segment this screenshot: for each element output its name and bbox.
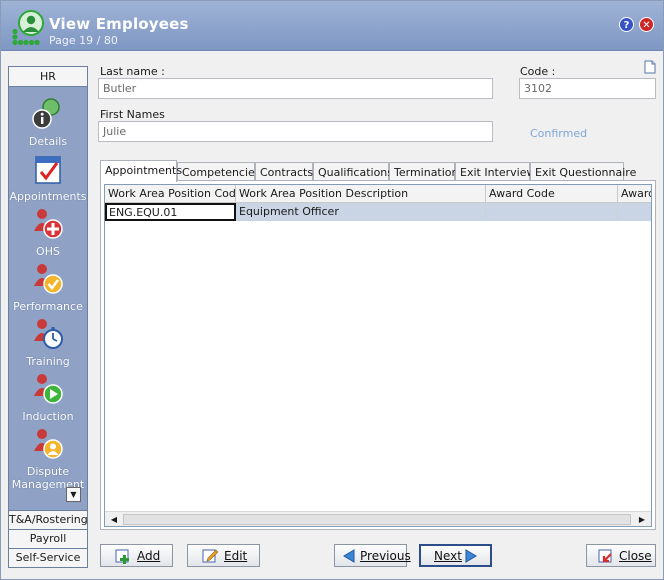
edit-icon [202,549,218,563]
edit-button[interactable]: Edit [187,544,260,567]
sidebar-scroll-down-button[interactable]: ▼ [66,487,81,502]
sidebar-item-label: Induction [22,410,74,423]
status-badge: Confirmed [530,127,588,140]
employees-app-icon [12,10,44,46]
tab-appointments[interactable]: Appointments [100,160,182,182]
scrollbar-thumb[interactable] [123,514,631,525]
person-info-icon [32,98,60,129]
tab-contracts[interactable]: Contracts [255,162,313,181]
person-stopwatch-icon [34,319,63,349]
arrow-left-icon [343,549,355,563]
cell-position-code[interactable]: ENG.EQU.01 [105,203,236,221]
sidebar-item-induction[interactable]: Induction [9,372,87,427]
column-header-award[interactable]: Award [618,185,651,203]
tab-competencies[interactable]: Competencies [177,162,261,181]
sidebar-item-training[interactable]: Training [9,317,87,372]
sidebar-item-dispute-management[interactable]: Dispute Management [9,427,87,495]
close-door-icon [598,549,612,563]
window-title: View Employees [49,15,189,33]
sidebar-item-performance[interactable]: Performance [9,262,87,317]
previous-button-label: Previous [360,549,411,563]
tab-exit-questionnaire[interactable]: Exit Questionnaire [530,162,636,181]
sidebar-item-label: OHS [36,245,60,258]
cell-position-description[interactable]: Equipment Officer [236,203,486,221]
scroll-right-icon[interactable]: ▶ [635,513,649,526]
add-button[interactable]: Add [100,544,173,567]
page-indicator: Page 19 / 80 [49,34,118,47]
add-button-label: Add [137,549,161,563]
sidebar-item-label: Performance [13,300,83,313]
calendar-check-icon [35,156,61,184]
sidebar-tab-payroll[interactable]: Payroll [9,529,87,548]
scroll-left-icon[interactable]: ◀ [107,513,121,526]
sidebar-item-ohs[interactable]: OHS [9,207,87,262]
appointments-panel: Work Area Position Code Work Area Positi… [100,180,656,530]
sidebar-item-label: Details [28,135,68,148]
tab-bar: Appointments Competencies Contracts Qual… [100,160,660,182]
person-plus-icon [34,209,63,239]
code-field[interactable]: 3102 [519,78,656,99]
close-window-button[interactable]: ✕ [639,17,654,32]
sidebar-item-label: Appointments [9,190,87,203]
arrow-right-icon [465,549,477,563]
appointments-grid: Work Area Position Code Work Area Positi… [104,184,652,527]
title-bar: View Employees Page 19 / 80 ? ✕ [1,1,663,51]
last-name-label: Last name : [100,65,165,78]
cell-award-code[interactable] [486,203,618,221]
edit-button-label: Edit [224,549,248,563]
next-button-label: Next [434,549,462,563]
person-play-icon [34,374,63,404]
first-names-field[interactable]: Julie [98,121,493,142]
sidebar-tab-self-service[interactable]: Self-Service [9,548,87,567]
sidebar: HR Details Appointments OHS Performance … [8,66,88,568]
close-button[interactable]: Close [586,544,656,567]
column-header-position-code[interactable]: Work Area Position Code [105,185,236,203]
person-dispute-icon [34,429,63,459]
sidebar-tab-ta-rostering[interactable]: T&A/Rostering [9,510,88,529]
last-name-field[interactable]: Butler [98,78,493,99]
tab-qualifications[interactable]: Qualifications [313,162,393,181]
document-icon[interactable] [644,60,656,74]
column-header-award-code[interactable]: Award Code [486,185,618,203]
person-check-icon [34,264,63,294]
first-names-label: First Names [100,108,165,121]
previous-button[interactable]: Previous [334,544,411,567]
next-button[interactable]: Next [419,544,492,567]
sidebar-item-label: Training [26,355,70,368]
tab-exit-interview[interactable]: Exit Interview [455,162,535,181]
code-label: Code : [520,65,556,78]
add-icon [115,549,129,564]
sidebar-item-details[interactable]: Details [9,97,87,152]
tab-termination[interactable]: Termination [389,162,459,181]
help-button[interactable]: ? [619,17,634,32]
close-button-label: Close [619,549,652,563]
sidebar-tab-hr[interactable]: HR [9,67,87,87]
app-window: View Employees Page 19 / 80 ? ✕ HR Detai… [0,0,664,580]
horizontal-scrollbar[interactable]: ◀ ▶ [105,511,651,526]
cell-award[interactable] [618,203,651,221]
sidebar-item-appointments[interactable]: Appointments [9,152,87,207]
column-header-position-description[interactable]: Work Area Position Description [236,185,486,203]
